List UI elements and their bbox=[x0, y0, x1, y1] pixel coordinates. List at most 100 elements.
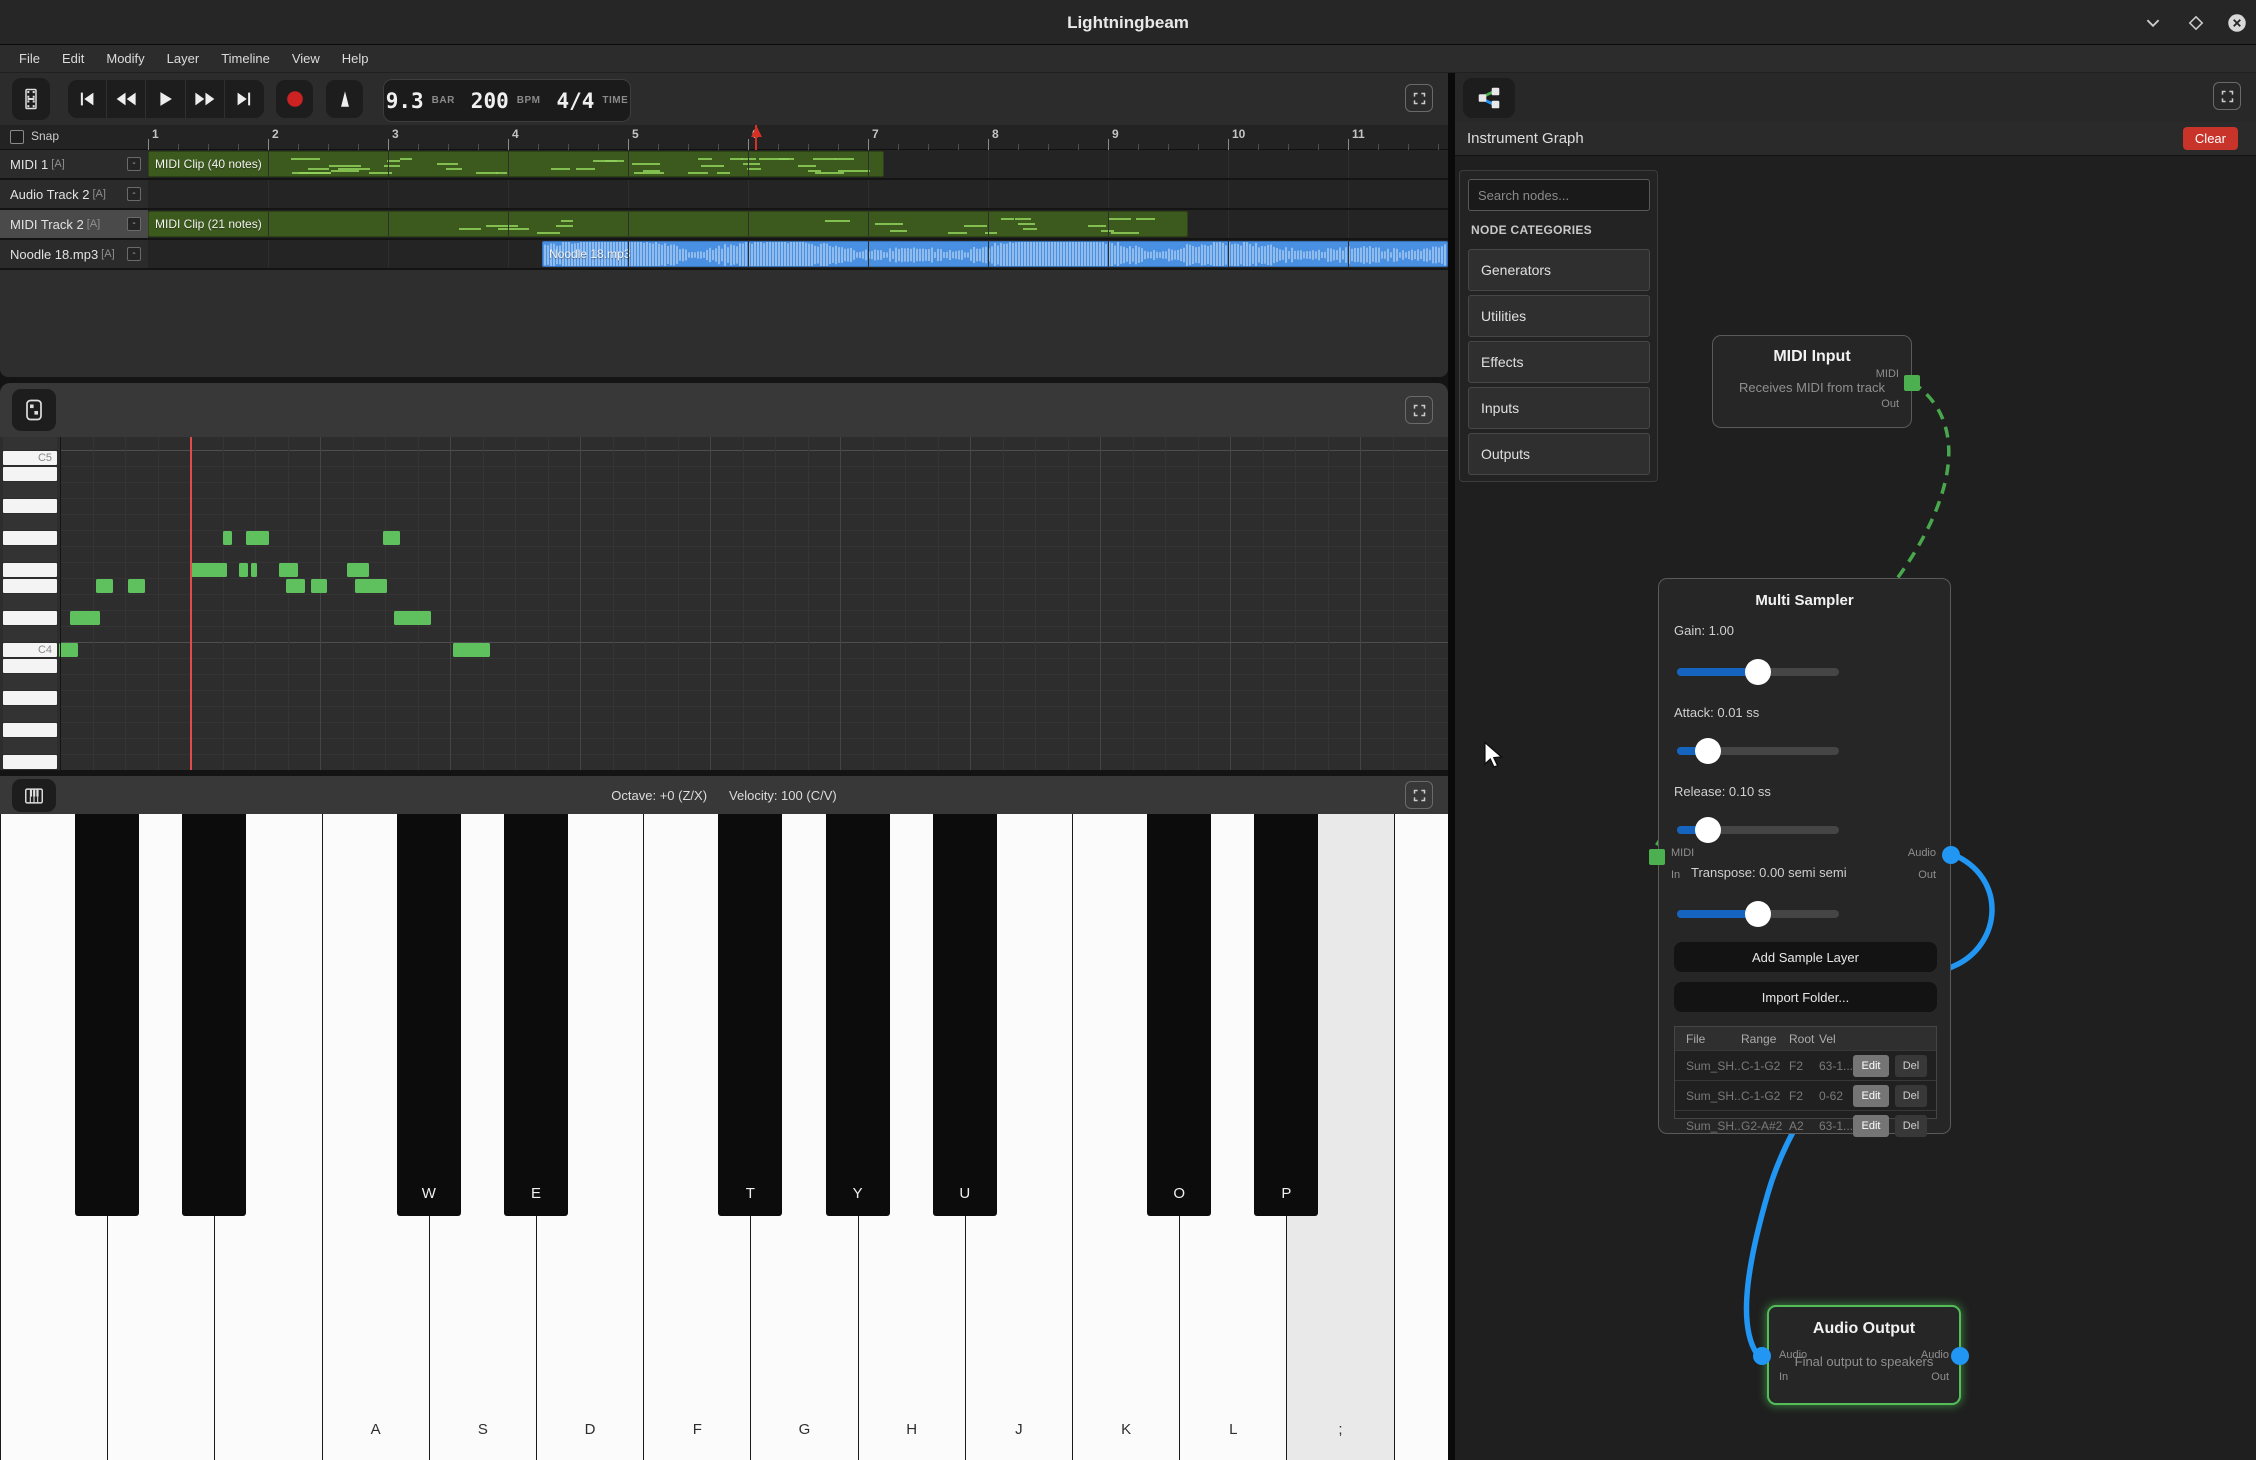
track-header-midi-track-2[interactable]: MIDI Track 2 [A] - bbox=[0, 210, 148, 238]
menu-modify[interactable]: Modify bbox=[95, 45, 155, 73]
black-key-W[interactable]: W bbox=[397, 814, 461, 1216]
track-lane[interactable] bbox=[148, 180, 1448, 208]
mini-key-white[interactable] bbox=[3, 467, 57, 481]
mini-key-black[interactable] bbox=[3, 594, 57, 610]
virtual-keyboard[interactable]: ASDFGHJKL;WETYUOP bbox=[0, 814, 1448, 1460]
midi-note[interactable] bbox=[347, 563, 369, 577]
mini-key-black[interactable] bbox=[3, 738, 57, 754]
white-key[interactable] bbox=[1394, 814, 1448, 1460]
mini-key-white[interactable] bbox=[3, 531, 57, 545]
close-icon[interactable] bbox=[2224, 10, 2250, 36]
record-button[interactable] bbox=[276, 80, 313, 118]
edit-button[interactable]: Edit bbox=[1853, 1055, 1889, 1077]
track-mute-button[interactable]: - bbox=[127, 187, 141, 201]
mini-key-black[interactable] bbox=[3, 514, 57, 530]
mini-key-black[interactable] bbox=[3, 626, 57, 642]
mini-key-white[interactable] bbox=[3, 659, 57, 673]
graph-canvas[interactable]: NODE CATEGORIES Generators Utilities Eff… bbox=[1455, 156, 2256, 1460]
node-audio-output[interactable]: Audio Output Final output to speakers Au… bbox=[1767, 1305, 1961, 1405]
menu-file[interactable]: File bbox=[8, 45, 51, 73]
mini-key-black[interactable] bbox=[3, 674, 57, 690]
midi-clip-2[interactable]: MIDI Clip (21 notes) bbox=[148, 211, 1188, 237]
midi-note[interactable] bbox=[251, 563, 257, 577]
black-key[interactable] bbox=[75, 814, 139, 1216]
track-header-midi-1[interactable]: MIDI 1 [A] - bbox=[0, 150, 148, 178]
delete-button[interactable]: Del bbox=[1895, 1055, 1927, 1077]
transpose-slider[interactable] bbox=[1677, 910, 1839, 918]
midi-note[interactable] bbox=[70, 611, 100, 625]
midi-note[interactable] bbox=[286, 579, 305, 593]
midi-note[interactable] bbox=[223, 531, 232, 545]
mini-key-black[interactable] bbox=[3, 706, 57, 722]
black-key-Y[interactable]: Y bbox=[826, 814, 890, 1216]
track-mute-button[interactable]: - bbox=[127, 217, 141, 231]
mini-key-white[interactable] bbox=[3, 723, 57, 737]
fast-forward-button[interactable] bbox=[186, 80, 225, 118]
panel-divider[interactable] bbox=[1448, 73, 1455, 1460]
midi-note[interactable] bbox=[383, 531, 400, 545]
minimize-icon[interactable] bbox=[2140, 10, 2166, 36]
midi-in-port[interactable] bbox=[1649, 849, 1665, 865]
menu-view[interactable]: View bbox=[281, 45, 331, 73]
black-key-O[interactable]: O bbox=[1147, 814, 1211, 1216]
import-folder-button[interactable]: Import Folder... bbox=[1674, 982, 1937, 1012]
midi-clip-1[interactable]: MIDI Clip (40 notes) bbox=[148, 151, 884, 177]
maximize-icon[interactable] bbox=[2183, 10, 2209, 36]
attack-slider[interactable] bbox=[1677, 747, 1839, 755]
skip-end-button[interactable] bbox=[225, 80, 264, 118]
black-key[interactable] bbox=[182, 814, 246, 1216]
audio-clip-noodle[interactable]: Noodle 18.mp3 bbox=[542, 241, 1448, 267]
menu-edit[interactable]: Edit bbox=[51, 45, 95, 73]
gain-slider[interactable] bbox=[1677, 668, 1839, 676]
black-key-P[interactable]: P bbox=[1254, 814, 1318, 1216]
graph-expand-button[interactable] bbox=[2213, 82, 2241, 110]
menu-help[interactable]: Help bbox=[331, 45, 380, 73]
film-button[interactable] bbox=[12, 78, 50, 120]
piano-roll-panel-button[interactable] bbox=[12, 389, 56, 431]
midi-note[interactable] bbox=[453, 643, 490, 657]
play-button[interactable] bbox=[146, 80, 185, 118]
node-graph-panel-button[interactable] bbox=[1463, 78, 1515, 118]
timeline-expand-button[interactable] bbox=[1405, 84, 1433, 112]
midi-note[interactable] bbox=[239, 563, 248, 577]
piano-roll-canvas[interactable]: C5C4 bbox=[0, 437, 1448, 770]
add-sample-layer-button[interactable]: Add Sample Layer bbox=[1674, 942, 1937, 972]
track-lane[interactable]: MIDI Clip (40 notes) bbox=[148, 150, 1448, 178]
midi-note[interactable] bbox=[355, 579, 387, 593]
node-midi-input[interactable]: MIDI Input Receives MIDI from track MIDI… bbox=[1712, 335, 1912, 428]
playhead-marker[interactable] bbox=[750, 125, 763, 150]
midi-note[interactable] bbox=[128, 579, 145, 593]
track-lane[interactable]: Noodle 18.mp3 bbox=[148, 240, 1448, 268]
midi-note[interactable] bbox=[191, 563, 227, 577]
track-mute-button[interactable]: - bbox=[127, 247, 141, 261]
timeline-ruler[interactable]: Snap 1234567891011 bbox=[0, 125, 1448, 150]
midi-note[interactable] bbox=[246, 531, 269, 545]
mini-key-white[interactable] bbox=[3, 563, 57, 577]
midi-note[interactable] bbox=[96, 579, 113, 593]
track-header-noodle[interactable]: Noodle 18.mp3 [A] - bbox=[0, 240, 148, 268]
audio-out-port[interactable] bbox=[1951, 1347, 1969, 1365]
keyboard-expand-button[interactable] bbox=[1405, 781, 1433, 809]
mini-key-white[interactable] bbox=[3, 499, 57, 513]
mini-key-white[interactable] bbox=[3, 755, 57, 769]
clear-button[interactable]: Clear bbox=[2183, 127, 2238, 150]
skip-start-button[interactable] bbox=[68, 80, 107, 118]
timeline-empty-area[interactable] bbox=[0, 270, 1448, 377]
black-key-E[interactable]: E bbox=[504, 814, 568, 1216]
menu-timeline[interactable]: Timeline bbox=[210, 45, 281, 73]
track-header-audio-2[interactable]: Audio Track 2 [A] - bbox=[0, 180, 148, 208]
track-mute-button[interactable]: - bbox=[127, 157, 141, 171]
track-lane[interactable]: MIDI Clip (21 notes) bbox=[148, 210, 1448, 238]
mini-key-black[interactable] bbox=[3, 546, 57, 562]
mini-key-black[interactable] bbox=[3, 482, 57, 498]
mini-key-white[interactable] bbox=[3, 611, 57, 625]
piano-roll-expand-button[interactable] bbox=[1405, 396, 1433, 424]
keyboard-panel-button[interactable] bbox=[12, 779, 56, 812]
midi-note[interactable] bbox=[394, 611, 431, 625]
midi-out-port[interactable] bbox=[1904, 375, 1920, 391]
black-key-T[interactable]: T bbox=[718, 814, 782, 1216]
midi-note[interactable] bbox=[59, 643, 78, 657]
rewind-button[interactable] bbox=[107, 80, 146, 118]
delete-button[interactable]: Del bbox=[1895, 1085, 1927, 1107]
audio-in-port[interactable] bbox=[1753, 1347, 1771, 1365]
